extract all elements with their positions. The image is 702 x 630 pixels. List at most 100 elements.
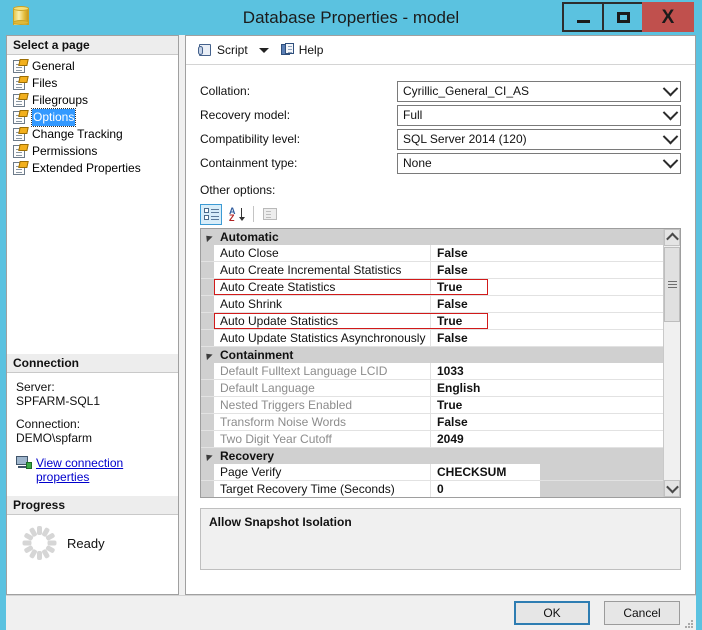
cancel-button[interactable]: Cancel [604, 601, 680, 625]
script-button[interactable]: Script [194, 39, 252, 61]
chevron-down-icon[interactable] [661, 154, 680, 173]
property-name: Target Recovery Time (Seconds) [214, 481, 431, 497]
property-grid[interactable]: Automatic Auto Close False Auto Create I… [200, 228, 681, 498]
sidebar-item-label: Permissions [32, 144, 98, 158]
property-name: Default Fulltext Language LCID [214, 363, 431, 379]
help-label: Help [298, 43, 324, 57]
collapse-icon[interactable] [201, 353, 214, 358]
options-form: Collation: Cyrillic_General_CI_AS Recove… [186, 65, 695, 225]
compatibility-level-dropdown[interactable]: SQL Server 2014 (120) [397, 128, 681, 150]
property-value[interactable]: False [431, 262, 663, 278]
resize-grip[interactable] [683, 618, 693, 628]
table-row[interactable]: Target Recovery Time (Seconds) 0 [201, 481, 663, 497]
chevron-down-icon[interactable] [661, 106, 680, 125]
property-value[interactable]: True [431, 279, 663, 295]
page-icon [13, 161, 29, 175]
sidebar-item-label: Change Tracking [32, 127, 123, 141]
chevron-down-icon[interactable] [258, 47, 269, 53]
table-row[interactable]: Auto Close False [201, 245, 663, 262]
title-bar: Database Properties - model X [0, 0, 702, 35]
grid-scrollbar[interactable] [663, 229, 680, 497]
sidebar-item-change-tracking[interactable]: Change Tracking [7, 126, 178, 143]
property-value[interactable]: CHECKSUM [431, 464, 540, 480]
grid-category-recovery[interactable]: Recovery [201, 448, 663, 464]
page-icon [13, 93, 29, 107]
other-options-label: Other options: [200, 183, 276, 197]
sidebar-item-label: Files [32, 76, 58, 90]
property-name: Default Language [214, 380, 431, 396]
close-button[interactable]: X [642, 2, 694, 32]
table-row[interactable]: Page Verify CHECKSUM [201, 464, 663, 481]
table-row: Nested Triggers Enabled True [201, 397, 663, 414]
property-value: 1033 [437, 364, 464, 378]
table-row: Two Digit Year Cutoff 2049 [201, 431, 663, 448]
chevron-down-icon[interactable] [661, 82, 680, 101]
progress-section: Progress Ready [7, 496, 178, 561]
page-list: General Files Filegroups Options Change … [7, 55, 178, 177]
property-pages-icon [263, 208, 277, 220]
script-label: Script [217, 43, 248, 57]
sidebar-item-filegroups[interactable]: Filegroups [7, 92, 178, 109]
property-value: True [437, 398, 463, 412]
property-pages-button [259, 204, 281, 225]
table-row[interactable]: Auto Update Statistics True [201, 313, 663, 330]
scroll-up-button[interactable] [664, 229, 680, 246]
property-value[interactable]: False [431, 245, 663, 261]
connection-value: DEMO\spfarm [16, 431, 93, 445]
sidebar-item-general[interactable]: General [7, 58, 178, 75]
collation-dropdown[interactable]: Cyrillic_General_CI_AS [397, 80, 681, 102]
property-value[interactable]: 0 [431, 481, 540, 497]
spinner-icon [21, 525, 57, 561]
containment-type-row: Containment type: None [200, 151, 681, 175]
scroll-down-button[interactable] [664, 480, 680, 497]
minimize-button[interactable] [562, 2, 604, 32]
window-controls: X [562, 2, 694, 32]
property-value[interactable]: True [431, 313, 663, 329]
property-value[interactable]: False [431, 330, 663, 346]
chevron-down-icon [665, 480, 679, 494]
categorized-view-button[interactable] [200, 203, 222, 225]
property-value: False [437, 415, 468, 429]
alphabetical-sort-button[interactable]: AZ [225, 204, 247, 225]
containment-type-label: Containment type: [200, 156, 298, 170]
category-label: Containment [220, 348, 294, 362]
containment-type-dropdown[interactable]: None [397, 152, 681, 174]
scrollbar-thumb[interactable] [664, 247, 680, 322]
sidebar-item-extended-properties[interactable]: Extended Properties [7, 160, 178, 177]
property-value: 2049 [437, 432, 464, 446]
collapse-icon[interactable] [201, 235, 214, 240]
property-name: Auto Create Incremental Statistics [214, 262, 431, 278]
grid-category-containment[interactable]: Containment [201, 347, 663, 363]
property-name: Auto Close [214, 245, 431, 261]
property-value[interactable]: False [431, 296, 663, 312]
ok-button[interactable]: OK [514, 601, 590, 625]
help-button[interactable]: Help [277, 39, 328, 61]
select-a-page-panel: Select a page General Files Filegroups O… [6, 35, 179, 595]
recovery-model-row: Recovery model: Full [200, 103, 681, 127]
grid-category-automatic[interactable]: Automatic [201, 229, 663, 245]
view-connection-properties-row[interactable]: View connection properties [16, 454, 170, 484]
recovery-model-dropdown[interactable]: Full [397, 104, 681, 126]
sidebar-item-options[interactable]: Options [7, 108, 178, 127]
connection-header: Connection [7, 354, 178, 373]
property-grid-toolbar: AZ [200, 203, 681, 225]
sidebar-item-permissions[interactable]: Permissions [7, 143, 178, 160]
options-panel: Script Help Collation: Cyrillic_General_… [185, 35, 696, 595]
view-connection-properties-link[interactable]: View connection properties [36, 456, 156, 484]
collapse-icon[interactable] [201, 454, 214, 459]
table-row[interactable]: Auto Update Statistics Asynchronously Fa… [201, 330, 663, 347]
sidebar-item-files[interactable]: Files [7, 75, 178, 92]
table-row[interactable]: Auto Create Statistics True [201, 279, 663, 296]
sidebar-item-label: Extended Properties [32, 161, 141, 175]
chevron-down-icon[interactable] [661, 130, 680, 149]
table-row: Transform Noise Words False [201, 414, 663, 431]
connection-label: Connection: [16, 417, 81, 431]
containment-type-value: None [403, 156, 432, 170]
property-value: English [437, 381, 481, 395]
recovery-model-label: Recovery model: [200, 108, 291, 122]
maximize-button[interactable] [602, 2, 644, 32]
table-row[interactable]: Auto Create Incremental Statistics False [201, 262, 663, 279]
table-row[interactable]: Auto Shrink False [201, 296, 663, 313]
page-icon [13, 144, 29, 158]
compatibility-level-value: SQL Server 2014 (120) [403, 132, 527, 146]
